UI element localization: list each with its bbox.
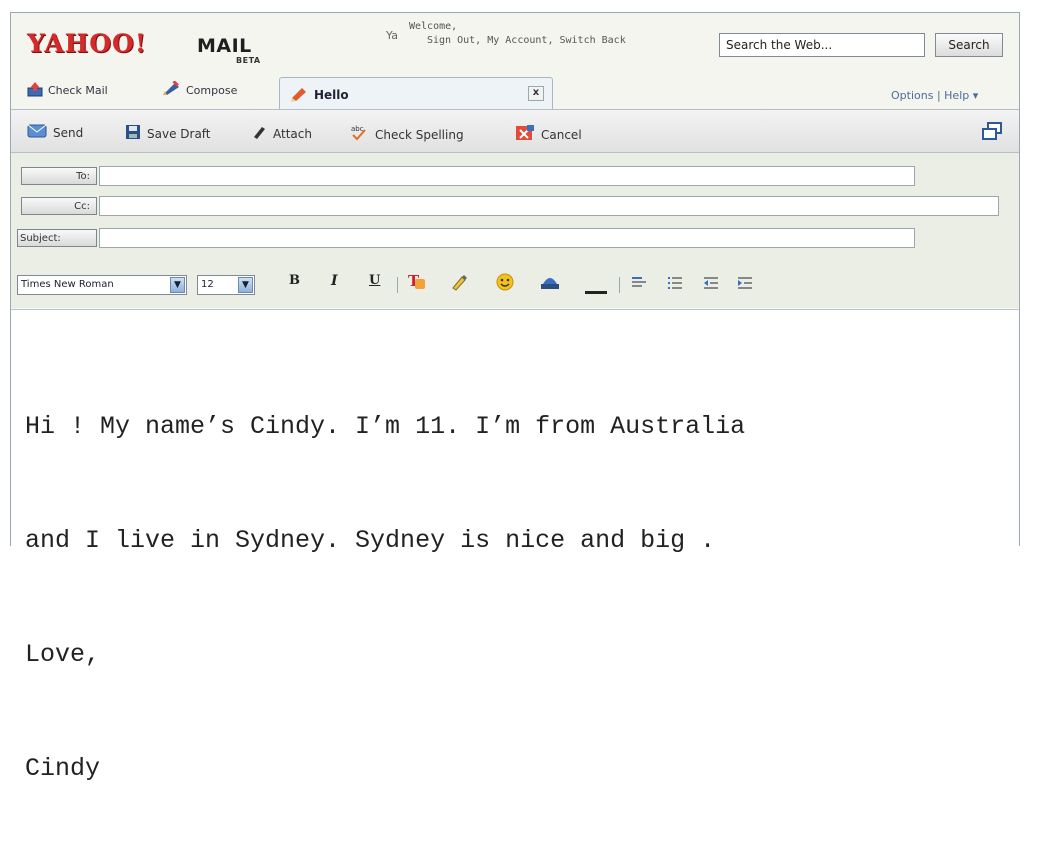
options-link[interactable]: Options: [891, 89, 933, 102]
indent-icon[interactable]: [737, 275, 753, 295]
tabs-row: Check Mail Compose Hello x Options | Hel…: [11, 69, 1019, 110]
compose-button[interactable]: Compose: [161, 80, 238, 100]
highlight-icon[interactable]: [451, 273, 469, 295]
help-link[interactable]: Help ▾: [944, 89, 978, 102]
toolbar-divider: [397, 277, 398, 293]
bold-button[interactable]: B: [289, 273, 300, 288]
mail-header: YAHOO! MAIL BETA Ya Welcome, Sign Out, M…: [11, 13, 1019, 69]
sign-out-link[interactable]: Sign Out: [427, 35, 475, 46]
popout-window-icon[interactable]: [981, 122, 1003, 144]
cancel-button[interactable]: Cancel: [515, 124, 582, 145]
pencil-icon: [290, 86, 308, 106]
switch-back-link[interactable]: Switch Back: [559, 35, 625, 46]
welcome-text: Welcome,: [409, 21, 458, 32]
chevron-down-icon: ▼: [170, 277, 185, 293]
web-search-input[interactable]: Search the Web...: [719, 33, 925, 57]
attach-label: Attach: [273, 126, 312, 141]
toolbar-divider: [619, 277, 620, 293]
compose-fields: To: Cc: Subject: Times New Roman ▼ 12 ▼ …: [11, 153, 1019, 308]
font-family-value: Times New Roman: [21, 279, 114, 290]
font-size-value: 12: [201, 279, 214, 290]
ya-label: Ya: [386, 29, 398, 42]
save-icon: [125, 124, 141, 143]
compose-label: Compose: [186, 84, 238, 97]
svg-text:abc: abc: [351, 125, 364, 133]
message-line: Hi ! My name’s Cindy. I’m 11. I’m from A…: [25, 412, 746, 441]
spellcheck-icon: abc: [349, 124, 369, 145]
message-line: Love,: [25, 640, 101, 669]
cancel-label: Cancel: [541, 127, 582, 142]
message-line: and I live in Sydney. Sydney is nice and…: [25, 526, 716, 555]
options-separator: |: [933, 89, 945, 102]
link-separator: ,: [475, 35, 488, 46]
message-text[interactable]: Hi ! My name’s Cindy. I’m 11. I’m from A…: [25, 332, 745, 864]
subject-label: Subject:: [17, 229, 97, 247]
save-draft-label: Save Draft: [147, 126, 211, 141]
send-icon: [27, 124, 47, 141]
close-tab-icon[interactable]: x: [528, 86, 544, 101]
emoticon-icon[interactable]: [495, 272, 515, 296]
my-account-link[interactable]: My Account: [487, 35, 547, 46]
horizontal-line-icon[interactable]: [585, 283, 607, 299]
check-spelling-label: Check Spelling: [375, 127, 464, 142]
mail-window: YAHOO! MAIL BETA Ya Welcome, Sign Out, M…: [10, 12, 1020, 783]
options-help: Options | Help ▾: [891, 89, 978, 102]
font-family-select[interactable]: Times New Roman ▼: [17, 275, 187, 295]
cc-field[interactable]: [99, 196, 999, 216]
account-links: Sign Out, My Account, Switch Back: [427, 35, 626, 46]
logo-mail-text: MAIL: [197, 35, 252, 57]
message-body[interactable]: Hi ! My name’s Cindy. I’m 11. I’m from A…: [11, 309, 1019, 783]
logo-beta-text: BETA: [236, 56, 261, 65]
underline-button[interactable]: U: [369, 273, 380, 288]
check-mail-button[interactable]: Check Mail: [27, 81, 108, 100]
link-separator: ,: [547, 35, 560, 46]
send-label: Send: [53, 125, 84, 140]
tab-hello-label: Hello: [314, 88, 349, 102]
text-color-icon[interactable]: T: [407, 271, 427, 295]
font-size-select[interactable]: 12 ▼: [197, 275, 255, 295]
compose-icon: [161, 80, 181, 100]
image-icon[interactable]: [539, 272, 561, 296]
paperclip-icon: [251, 124, 267, 143]
save-draft-button[interactable]: Save Draft: [125, 124, 211, 143]
attach-button[interactable]: Attach: [251, 124, 312, 143]
search-button[interactable]: Search: [935, 33, 1003, 57]
tab-hello[interactable]: Hello x: [279, 77, 553, 109]
send-button[interactable]: Send: [27, 124, 83, 141]
to-button[interactable]: To:: [21, 167, 97, 185]
subject-field[interactable]: [99, 228, 915, 248]
chevron-down-icon: ▼: [238, 277, 253, 293]
check-mail-icon: [27, 81, 43, 100]
bulleted-list-icon[interactable]: [667, 275, 683, 295]
check-mail-label: Check Mail: [48, 84, 108, 97]
yahoo-logo[interactable]: YAHOO!: [27, 29, 147, 58]
compose-toolbar: Send Save Draft Attach abc Check Spellin…: [11, 110, 1019, 153]
cc-button[interactable]: Cc:: [21, 197, 97, 215]
italic-button[interactable]: I: [331, 273, 338, 289]
cancel-icon: [515, 124, 535, 145]
to-field[interactable]: [99, 166, 915, 186]
message-line: Cindy: [25, 754, 101, 783]
align-icon[interactable]: [631, 275, 647, 295]
outdent-icon[interactable]: [703, 275, 719, 295]
check-spelling-button[interactable]: abc Check Spelling: [349, 124, 464, 145]
